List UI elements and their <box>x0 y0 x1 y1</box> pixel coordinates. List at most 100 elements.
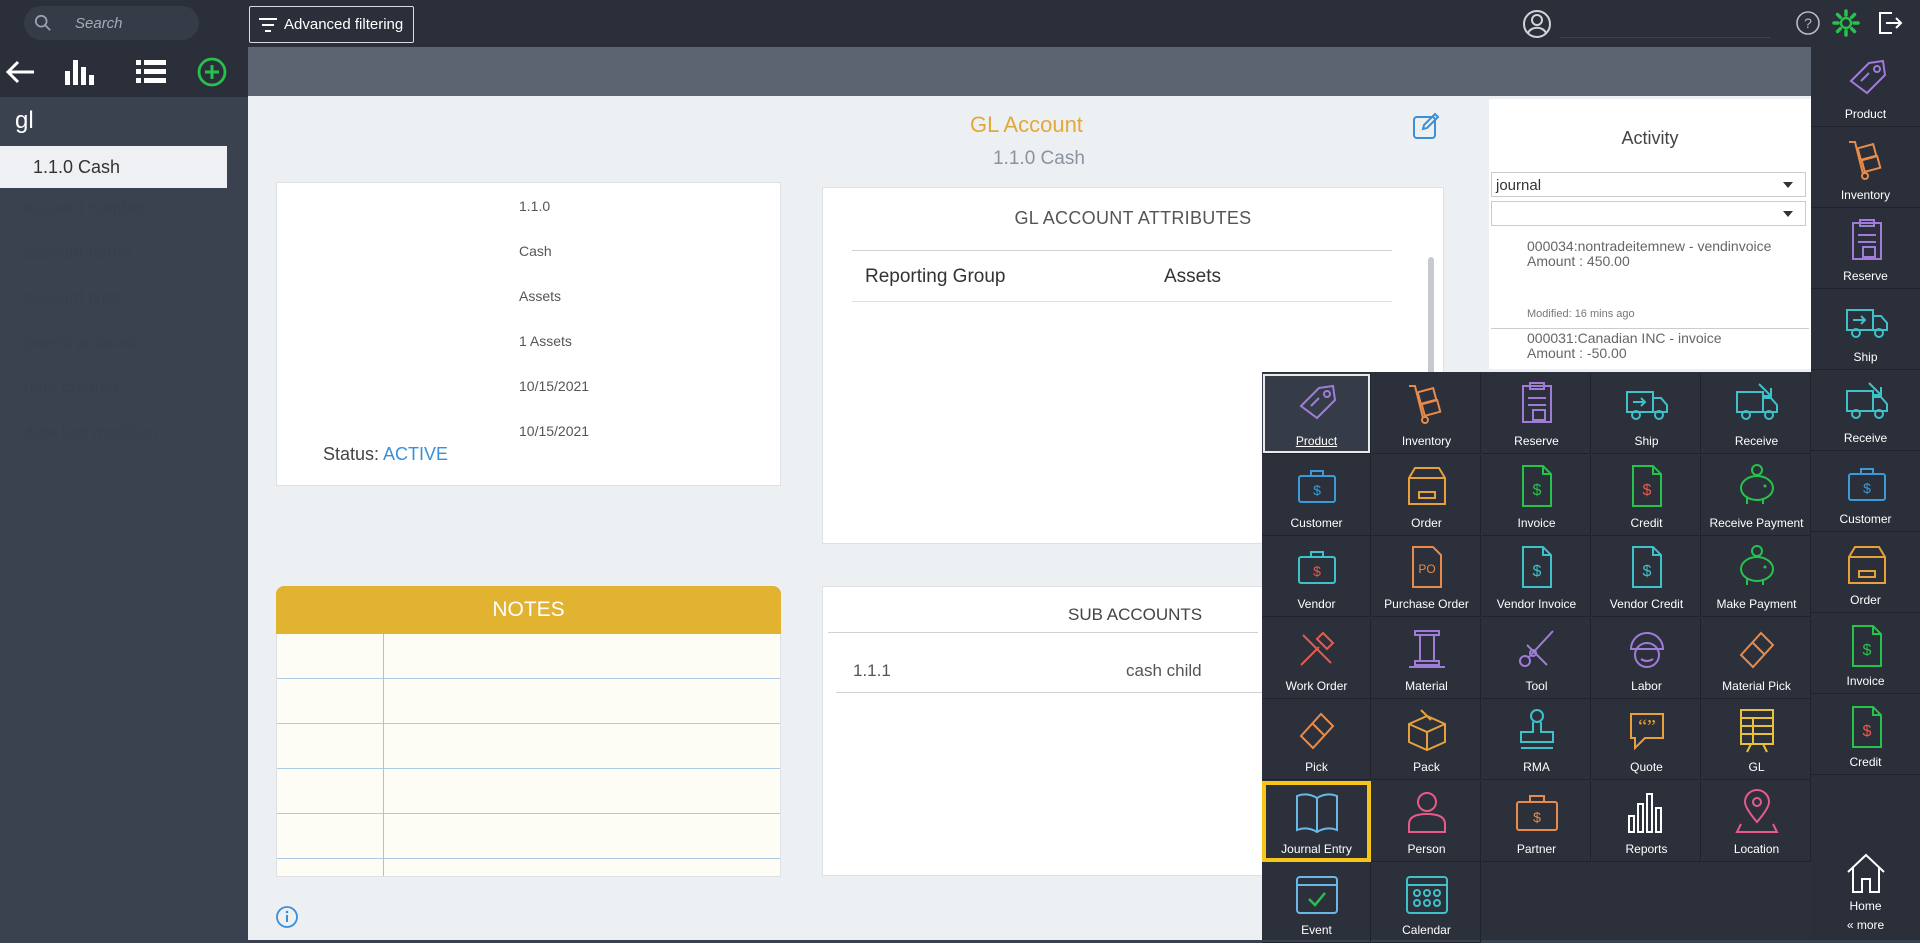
list-icon[interactable] <box>135 57 167 87</box>
inventory-icon <box>1849 141 1882 180</box>
rightbar-item-customer[interactable]: $ Customer <box>1811 452 1920 532</box>
menu-item-partner[interactable]: $ Partner <box>1482 780 1591 862</box>
activity-filter-select[interactable]: journal <box>1491 172 1806 197</box>
divider <box>828 632 1258 633</box>
logout-icon[interactable] <box>1876 10 1904 36</box>
activity-item[interactable]: 000031:Canadian INC - invoice Amount : -5… <box>1527 331 1722 361</box>
divider <box>1491 328 1809 329</box>
menu-item-product[interactable]: Product <box>1262 373 1371 454</box>
sub-account-name: cash child <box>1126 661 1202 680</box>
menu-item-ship[interactable]: Ship <box>1592 373 1701 454</box>
menu-item-vendor[interactable]: $ Vendor <box>1262 536 1371 617</box>
vendor-invoice-icon: $ <box>1522 546 1552 588</box>
bar-chart-icon[interactable] <box>62 57 96 87</box>
svg-text:$: $ <box>1643 563 1652 580</box>
scissors-icon <box>1519 629 1554 667</box>
menu-item-vendor-invoice[interactable]: $ Vendor Invoice <box>1482 536 1591 617</box>
menu-item-label: Purchase Order <box>1384 597 1469 611</box>
menu-item-make-payment[interactable]: Make Payment <box>1702 536 1811 617</box>
gear-icon[interactable] <box>1832 9 1860 37</box>
rightbar-item-credit[interactable]: $ Credit <box>1811 695 1920 775</box>
menu-item-pick[interactable]: Pick <box>1262 699 1371 780</box>
notes-rule <box>277 723 780 724</box>
menu-item-label: Vendor Credit <box>1609 597 1684 611</box>
back-arrow-icon[interactable] <box>4 57 36 87</box>
menu-item-inventory[interactable]: Inventory <box>1372 373 1481 454</box>
person-icon <box>1408 791 1446 833</box>
menu-item-material[interactable]: Material <box>1372 617 1481 699</box>
date-modified-value: 10/15/2021 <box>519 423 590 439</box>
user-icon[interactable] <box>1522 9 1552 39</box>
rightbar-item-product[interactable]: Product <box>1811 47 1920 127</box>
home-button[interactable]: Home <box>1811 842 1920 918</box>
menu-item-label: Vendor Invoice <box>1496 597 1577 611</box>
divider <box>852 250 1392 251</box>
help-icon[interactable]: ? <box>1795 10 1821 36</box>
edit-icon[interactable] <box>1412 112 1440 140</box>
menu-item-reports[interactable]: Reports <box>1592 780 1701 862</box>
status-label: Status: <box>323 444 380 464</box>
menu-item-tool[interactable]: Tool <box>1482 617 1591 699</box>
menu-item-location[interactable]: Location <box>1702 780 1811 862</box>
calendar-icon <box>1406 876 1448 914</box>
svg-text:$: $ <box>1643 482 1652 499</box>
rightbar-item-label: Receive <box>1843 431 1888 445</box>
svg-text:“”: “” <box>1638 716 1656 738</box>
notes-textarea[interactable] <box>276 634 781 877</box>
menu-item-label: Pack <box>1413 760 1440 774</box>
menu-item-credit[interactable]: $ Credit <box>1592 454 1701 536</box>
list-item[interactable]: 1.1.0 Cash <box>0 146 227 188</box>
menu-item-rma[interactable]: RMA <box>1482 699 1591 780</box>
more-link[interactable]: « more <box>1811 918 1920 932</box>
svg-text:$: $ <box>1533 563 1542 580</box>
menu-item-labor[interactable]: Labor <box>1592 617 1701 699</box>
menu-item-journal-entry[interactable]: Journal Entry <box>1262 780 1371 862</box>
menu-item-order[interactable]: Order <box>1372 454 1481 536</box>
menu-item-receive-payment[interactable]: Receive Payment <box>1702 454 1811 536</box>
advanced-filtering-button[interactable]: Advanced filtering <box>249 6 414 43</box>
menu-item-receive[interactable]: Receive <box>1702 373 1811 454</box>
ledger-icon <box>1740 709 1774 753</box>
invoice-icon: $ <box>1522 464 1552 507</box>
ship-icon <box>1846 309 1888 338</box>
rightbar-item-order[interactable]: Order <box>1811 533 1920 613</box>
rightbar-item-invoice[interactable]: $ Invoice <box>1811 614 1920 694</box>
activity-subfilter-select[interactable] <box>1491 201 1806 226</box>
status-badge: ACTIVE <box>383 444 449 464</box>
rightbar-item-inventory[interactable]: Inventory <box>1811 128 1920 208</box>
search-placeholder: Search <box>75 15 123 32</box>
menu-item-work-order[interactable]: Work Order <box>1262 617 1371 699</box>
menu-item-customer[interactable]: $ Customer <box>1262 454 1371 536</box>
rightbar-item-label: Credit <box>1849 755 1882 769</box>
purchase-order-icon: PO <box>1412 546 1442 588</box>
vendor-credit-icon: $ <box>1632 546 1662 588</box>
menu-item-calendar[interactable]: Calendar <box>1372 862 1481 943</box>
rightbar-item-reserve[interactable]: Reserve <box>1811 209 1920 289</box>
search-icon <box>34 14 51 31</box>
menu-item-reserve[interactable]: Reserve <box>1482 373 1591 454</box>
info-icon[interactable] <box>275 905 299 929</box>
scrollbar[interactable] <box>1428 257 1434 377</box>
rightbar-item-ship[interactable]: Ship <box>1811 290 1920 370</box>
rightbar-item-label: Product <box>1844 107 1887 121</box>
menu-item-person[interactable]: Person <box>1372 780 1481 862</box>
search-input[interactable]: Search <box>24 6 199 40</box>
account-number-label: account number <box>24 198 146 217</box>
menu-item-quote[interactable]: “” Quote <box>1592 699 1701 780</box>
menu-item-gl[interactable]: GL <box>1702 699 1811 780</box>
menu-item-purchase-order[interactable]: PO Purchase Order <box>1372 536 1481 617</box>
menu-item-pack[interactable]: Pack <box>1372 699 1481 780</box>
menu-item-event[interactable]: Event <box>1262 862 1371 943</box>
menu-item-label: Work Order <box>1285 678 1348 693</box>
menu-item-vendor-credit[interactable]: $ Vendor Credit <box>1592 536 1701 617</box>
location-icon <box>1735 788 1779 833</box>
stamp-icon <box>1520 709 1554 749</box>
activity-item-title: 000031:Canadian INC - invoice <box>1527 330 1722 346</box>
menu-item-invoice[interactable]: $ Invoice <box>1482 454 1591 536</box>
rightbar-item-receive[interactable]: Receive <box>1811 371 1920 451</box>
activity-item[interactable]: 000034:nontradeitemnew - vendinvoice Amou… <box>1527 239 1771 269</box>
piggy-bank-icon <box>1740 545 1774 585</box>
piggy-bank-icon <box>1740 463 1774 504</box>
add-icon[interactable] <box>196 56 228 88</box>
menu-item-material-pick[interactable]: Material Pick <box>1702 617 1811 699</box>
